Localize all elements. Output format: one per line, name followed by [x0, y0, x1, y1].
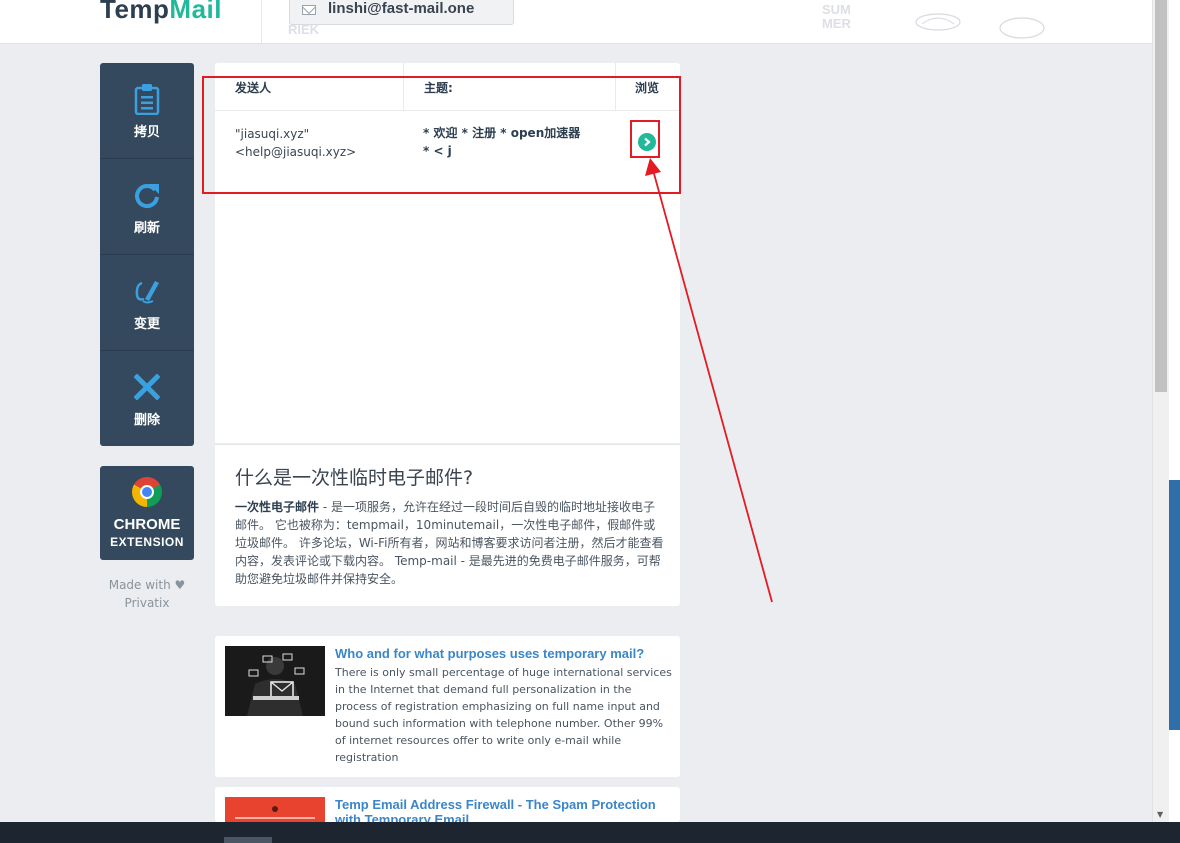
extension-label: EXTENSION: [110, 535, 184, 549]
desktop-background: [1169, 480, 1180, 730]
article-card[interactable]: Who and for what purposes uses temporary…: [215, 636, 680, 777]
sidebar: 拷贝 刷新 变更 删除: [100, 63, 194, 446]
change-button[interactable]: 变更: [100, 255, 194, 351]
envelope-icon: [302, 5, 316, 15]
clipboard-icon: [100, 83, 194, 115]
article-thumbnail: [225, 797, 325, 822]
made-with-credit: Made with ♥ Privatix: [100, 576, 194, 612]
header-divider: [261, 0, 262, 43]
chrome-label: CHROME: [113, 516, 181, 533]
annotation-highlight-box: [202, 76, 681, 194]
scroll-down-arrow-icon[interactable]: ▼: [1157, 810, 1163, 819]
made-with-text: Made with ♥: [108, 578, 186, 592]
info-bold-term: 一次性电子邮件: [235, 500, 320, 514]
delete-button[interactable]: 删除: [100, 351, 194, 446]
chrome-extension-button[interactable]: CHROME EXTENSION: [100, 466, 194, 560]
delete-label: 删除: [133, 413, 160, 428]
header-decor-text: SUM: [822, 2, 851, 17]
logo[interactable]: TempMail: [100, 0, 222, 25]
privatix-link[interactable]: Privatix: [100, 594, 194, 612]
delete-icon: [100, 371, 194, 403]
taskbar: [0, 822, 1180, 843]
article-thumbnail: [225, 646, 325, 716]
article-text: There is only small percentage of huge i…: [335, 666, 672, 764]
site-header: TempMail linshi@fast-mail.one RIEK SUM M…: [0, 0, 1152, 44]
logo-part-temp: Temp: [100, 0, 170, 24]
article-card[interactable]: Temp Email Address Firewall - The Spam P…: [215, 787, 680, 822]
taskbar-active-item[interactable]: [224, 837, 272, 843]
info-panel: 什么是一次性临时电子邮件? 一次性电子邮件 - 是一项服务，允许在经过一段时间后…: [215, 444, 680, 606]
logo-part-mail: Mail: [169, 0, 222, 24]
info-title: 什么是一次性临时电子邮件?: [235, 467, 474, 489]
header-decor-pattern: [915, 13, 1045, 39]
refresh-icon: [100, 179, 194, 211]
email-address[interactable]: linshi@fast-mail.one: [328, 0, 474, 17]
email-address-box[interactable]: linshi@fast-mail.one: [289, 0, 514, 25]
copy-button[interactable]: 拷贝: [100, 63, 194, 159]
annotation-highlight-box: [630, 120, 660, 158]
header-decor-text: MER: [822, 16, 851, 31]
change-label: 变更: [133, 317, 160, 332]
article-title[interactable]: Who and for what purposes uses temporary…: [335, 646, 675, 661]
refresh-button[interactable]: 刷新: [100, 159, 194, 255]
chrome-icon: [132, 477, 162, 507]
header-decor-text: RIEK: [288, 22, 320, 37]
vertical-scrollbar[interactable]: ▼: [1152, 0, 1169, 822]
scrollbar-thumb[interactable]: [1155, 0, 1167, 392]
refresh-label: 刷新: [133, 221, 160, 236]
info-text: 一次性电子邮件 - 是一项服务，允许在经过一段时间后自毁的临时地址接收电子邮件。…: [235, 498, 665, 588]
edit-icon: [100, 275, 194, 307]
article-title[interactable]: Temp Email Address Firewall - The Spam P…: [335, 797, 675, 822]
copy-label: 拷贝: [133, 125, 160, 140]
